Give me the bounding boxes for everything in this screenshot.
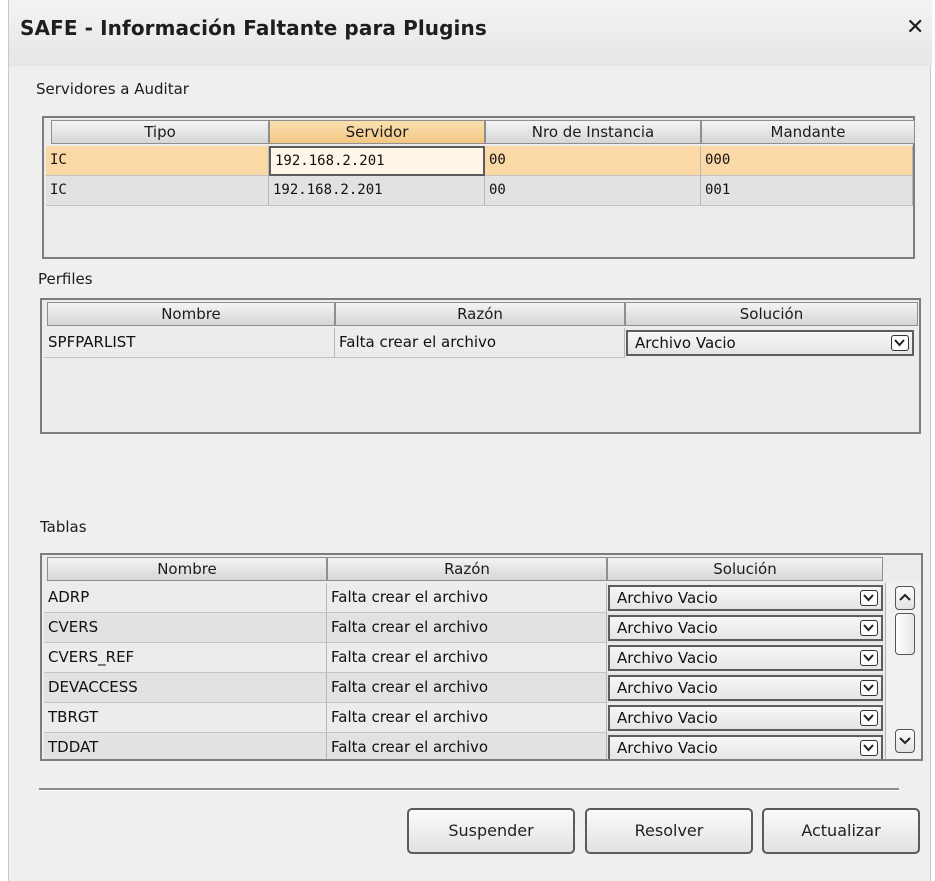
table-cell: CVERS_REF <box>44 643 327 673</box>
table-row[interactable]: DEVACCESS Falta crear el archivo Archivo… <box>44 673 883 703</box>
separator <box>39 788 899 791</box>
chevron-down-icon[interactable] <box>860 740 878 756</box>
table-row[interactable]: IC 192.168.2.201 00 001 <box>46 176 913 206</box>
table-cell: 00 <box>485 146 701 176</box>
refresh-button[interactable]: Actualizar <box>762 808 920 854</box>
table-cell: 00 <box>485 176 701 206</box>
table-row[interactable]: IC 192.168.2.201 00 000 <box>46 146 913 176</box>
table-cell: IC <box>46 176 269 206</box>
window-title: SAFE - Información Faltante para Plugins <box>20 16 487 40</box>
table-cell: Falta crear el archivo <box>327 583 607 613</box>
table-row[interactable]: ADRP Falta crear el archivo Archivo Vaci… <box>44 583 883 613</box>
table-cell: Falta crear el archivo <box>327 673 607 703</box>
profiles-table: Nombre Razón Solución SPFPARLIST Falta c… <box>40 298 921 434</box>
solution-dropdown[interactable]: Archivo Vacio <box>608 645 883 671</box>
servers-col-mandante[interactable]: Mandante <box>701 120 915 144</box>
chevron-down-icon[interactable] <box>860 620 878 636</box>
chevron-down-icon[interactable] <box>891 335 909 351</box>
table-row[interactable]: TDDAT Falta crear el archivo Archivo Vac… <box>44 733 883 759</box>
resolve-button[interactable]: Resolver <box>585 808 753 854</box>
dropdown-value: Archivo Vacio <box>617 589 718 607</box>
table-cell: IC <box>46 146 269 176</box>
tables-col-nombre[interactable]: Nombre <box>47 557 327 581</box>
dropdown-value: Archivo Vacio <box>617 679 718 697</box>
solution-dropdown[interactable]: Archivo Vacio <box>608 705 883 731</box>
solution-dropdown[interactable]: Archivo Vacio <box>608 615 883 641</box>
table-cell: 000 <box>701 146 913 176</box>
vertical-scrollbar[interactable] <box>885 583 921 759</box>
dialog-window: SAFE - Información Faltante para Plugins… <box>8 0 932 881</box>
title-bar: SAFE - Información Faltante para Plugins… <box>9 0 932 66</box>
table-cell: Falta crear el archivo <box>327 643 607 673</box>
table-cell: SPFPARLIST <box>44 328 335 358</box>
table-cell: TBRGT <box>44 703 327 733</box>
table-cell: CVERS <box>44 613 327 643</box>
tables-section-label: Tablas <box>40 518 87 536</box>
table-cell: ADRP <box>44 583 327 613</box>
arrow-down-icon[interactable] <box>895 729 915 753</box>
chevron-down-icon[interactable] <box>860 710 878 726</box>
solution-dropdown[interactable]: Archivo Vacio <box>608 675 883 701</box>
table-cell-focused[interactable]: 192.168.2.201 <box>269 146 485 176</box>
solution-dropdown[interactable]: Archivo Vacio <box>608 585 883 611</box>
table-cell: TDDAT <box>44 733 327 759</box>
suspend-button[interactable]: Suspender <box>407 808 575 854</box>
arrow-up-icon[interactable] <box>895 586 915 610</box>
table-cell: Falta crear el archivo <box>327 703 607 733</box>
profiles-section-label: Perfiles <box>38 270 93 288</box>
solution-dropdown[interactable]: Archivo Vacio <box>626 330 914 356</box>
dropdown-value: Archivo Vacio <box>617 709 718 727</box>
dropdown-value: Archivo Vacio <box>617 619 718 637</box>
tables-col-solucion[interactable]: Solución <box>607 557 883 581</box>
profiles-col-nombre[interactable]: Nombre <box>47 302 335 326</box>
tables-table: Nombre Razón Solución ADRP Falta crear e… <box>40 553 923 761</box>
table-cell: Falta crear el archivo <box>335 328 625 358</box>
table-row[interactable]: CVERS_REF Falta crear el archivo Archivo… <box>44 643 883 673</box>
servers-col-tipo[interactable]: Tipo <box>51 120 269 144</box>
servers-table: Tipo Servidor Nro de Instancia Mandante … <box>42 116 915 259</box>
servers-col-servidor[interactable]: Servidor <box>269 120 485 144</box>
dropdown-value: Archivo Vacio <box>635 334 736 352</box>
table-cell: 001 <box>701 176 913 206</box>
table-cell: Falta crear el archivo <box>327 613 607 643</box>
chevron-down-icon[interactable] <box>860 680 878 696</box>
dropdown-value: Archivo Vacio <box>617 739 718 757</box>
table-row[interactable]: SPFPARLIST Falta crear el archivo Archiv… <box>44 328 919 358</box>
solution-dropdown[interactable]: Archivo Vacio <box>608 735 883 759</box>
chevron-down-icon[interactable] <box>860 650 878 666</box>
chevron-down-icon[interactable] <box>860 590 878 606</box>
table-cell: DEVACCESS <box>44 673 327 703</box>
profiles-col-solucion[interactable]: Solución <box>625 302 918 326</box>
table-row[interactable]: TBRGT Falta crear el archivo Archivo Vac… <box>44 703 883 733</box>
table-row[interactable]: CVERS Falta crear el archivo Archivo Vac… <box>44 613 883 643</box>
dropdown-value: Archivo Vacio <box>617 649 718 667</box>
table-cell: Falta crear el archivo <box>327 733 607 759</box>
tables-col-razon[interactable]: Razón <box>327 557 607 581</box>
close-icon[interactable]: ✕ <box>906 16 924 40</box>
table-cell: 192.168.2.201 <box>269 176 485 206</box>
servers-section-label: Servidores a Auditar <box>36 80 189 98</box>
profiles-col-razon[interactable]: Razón <box>335 302 625 326</box>
servers-col-instancia[interactable]: Nro de Instancia <box>485 120 701 144</box>
scrollbar-thumb[interactable] <box>895 613 915 655</box>
